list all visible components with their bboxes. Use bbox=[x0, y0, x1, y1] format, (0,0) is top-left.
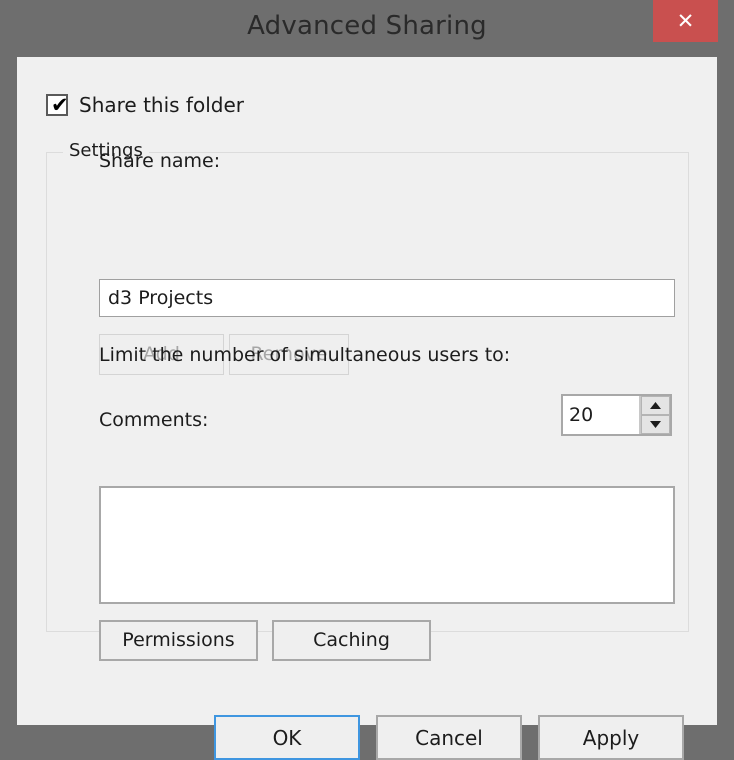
spinner-down-button[interactable] bbox=[641, 415, 670, 434]
user-limit-input[interactable] bbox=[563, 396, 639, 434]
title-bar[interactable]: Advanced Sharing ✕ bbox=[0, 0, 734, 57]
share-this-folder-label: Share this folder bbox=[79, 93, 244, 117]
dialog-client-area: ✔ Share this folder Settings Share name:… bbox=[17, 57, 717, 760]
share-this-folder-checkbox[interactable]: ✔ bbox=[46, 93, 69, 117]
window-title: Advanced Sharing bbox=[247, 11, 487, 41]
chevron-down-icon bbox=[650, 421, 661, 428]
comments-textarea[interactable] bbox=[99, 486, 675, 604]
close-button[interactable]: ✕ bbox=[653, 0, 718, 42]
chevron-up-icon bbox=[650, 402, 661, 409]
spinner-up-button[interactable] bbox=[641, 396, 670, 415]
spinner-arrows bbox=[639, 396, 670, 434]
user-limit-label: Limit the number of simultaneous users t… bbox=[99, 344, 511, 366]
cancel-button[interactable]: Cancel bbox=[376, 715, 522, 760]
ok-button[interactable]: OK bbox=[214, 715, 360, 760]
checkmark-icon: ✔ bbox=[51, 93, 69, 117]
permissions-button[interactable]: Permissions bbox=[99, 620, 258, 661]
apply-button[interactable]: Apply bbox=[538, 715, 684, 760]
close-icon: ✕ bbox=[676, 9, 695, 33]
comments-label: Comments: bbox=[99, 409, 209, 431]
user-limit-spinner[interactable] bbox=[561, 394, 672, 436]
caching-button[interactable]: Caching bbox=[272, 620, 431, 661]
share-name-label: Share name: bbox=[99, 150, 221, 172]
share-this-folder-row[interactable]: ✔ Share this folder bbox=[46, 93, 244, 117]
advanced-sharing-window: Advanced Sharing ✕ ✔ Share this folder S… bbox=[0, 0, 734, 760]
share-name-input[interactable] bbox=[99, 279, 675, 317]
